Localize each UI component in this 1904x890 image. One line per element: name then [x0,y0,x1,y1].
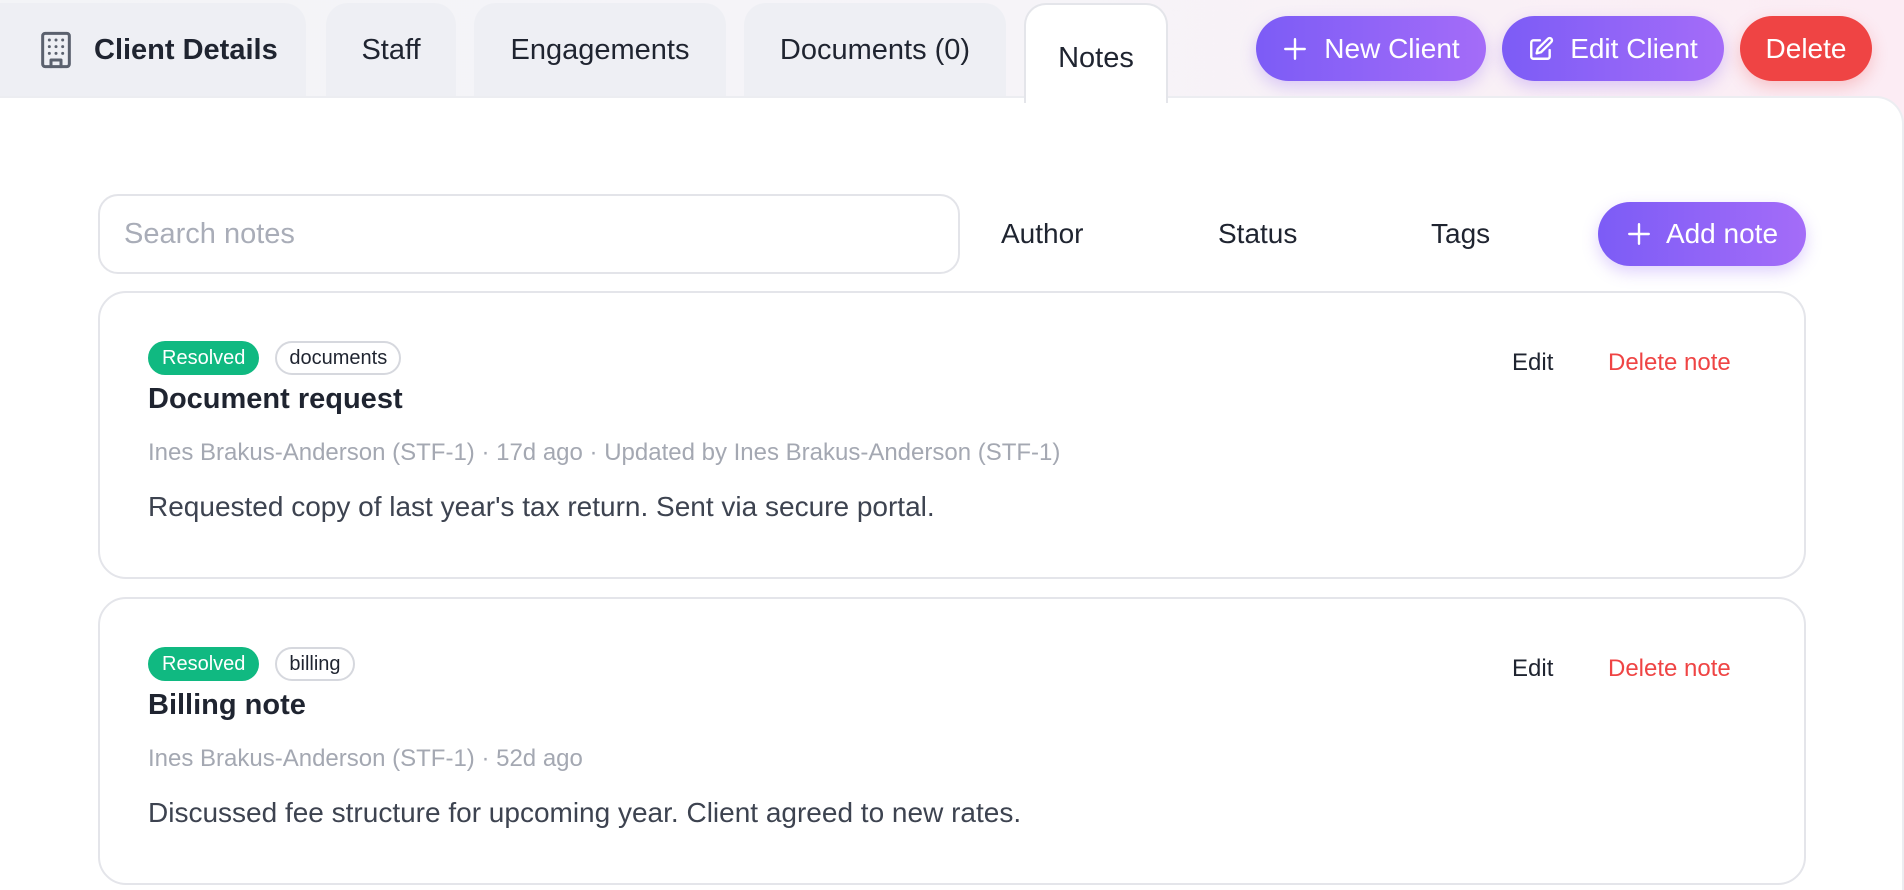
status-filter[interactable]: Status [1218,214,1297,254]
tab-label: Documents (0) [779,33,971,66]
note-badges: Resolved documents [148,341,402,375]
status-badge: Resolved [148,647,260,681]
note-body: Discussed fee structure for upcoming yea… [148,797,1022,828]
tab-bar: Client Details Staff Engagements Documen… [0,0,1904,103]
new-client-label: New Client [1324,32,1460,64]
plus-icon [1284,37,1307,60]
author-filter[interactable]: Author [1001,214,1084,254]
tag-badge: documents [275,341,402,375]
tab-staff[interactable]: Staff [326,3,456,97]
tab-engagements[interactable]: Engagements [474,3,726,97]
note-title: Document request [148,383,403,415]
tab-documents[interactable]: Documents (0) [744,3,1006,97]
tab-label: Engagements [510,33,690,66]
edit-note-button[interactable]: Edit [1512,655,1553,683]
note-card: Resolved documents Document request Ines… [98,291,1806,579]
delete-note-button[interactable]: Delete note [1608,349,1731,377]
tags-filter[interactable]: Tags [1431,214,1490,254]
plus-icon [1627,223,1650,245]
delete-client-button[interactable]: Delete [1740,16,1872,81]
add-note-label: Add note [1665,218,1779,249]
edit-client-button[interactable]: Edit Client [1502,16,1724,81]
tab-label: Client Details [94,33,278,66]
tab-client-details[interactable]: Client Details [0,3,306,97]
building-icon [41,31,71,69]
status-badge: Resolved [148,341,260,375]
add-note-button[interactable]: Add note [1598,202,1806,266]
note-body: Requested copy of last year's tax return… [148,491,935,522]
note-card: Resolved billing Billing note Ines Braku… [98,597,1806,885]
tag-badge: billing [275,647,355,681]
tab-label: Notes [1058,41,1134,74]
edit-note-button[interactable]: Edit [1512,349,1553,377]
note-meta: Ines Brakus-Anderson (STF-1) · 17d ago ·… [148,439,1061,466]
tab-label: Staff [361,33,421,66]
search-notes-input[interactable] [98,194,960,274]
delete-note-button[interactable]: Delete note [1608,655,1731,683]
edit-icon [1530,36,1554,60]
note-badges: Resolved billing [148,647,355,681]
edit-client-label: Edit Client [1570,32,1698,64]
tab-notes[interactable]: Notes [1024,3,1168,103]
note-title: Billing note [148,689,306,721]
new-client-button[interactable]: New Client [1256,16,1486,81]
note-meta: Ines Brakus-Anderson (STF-1) · 52d ago [148,745,583,772]
delete-label: Delete [1765,32,1847,64]
